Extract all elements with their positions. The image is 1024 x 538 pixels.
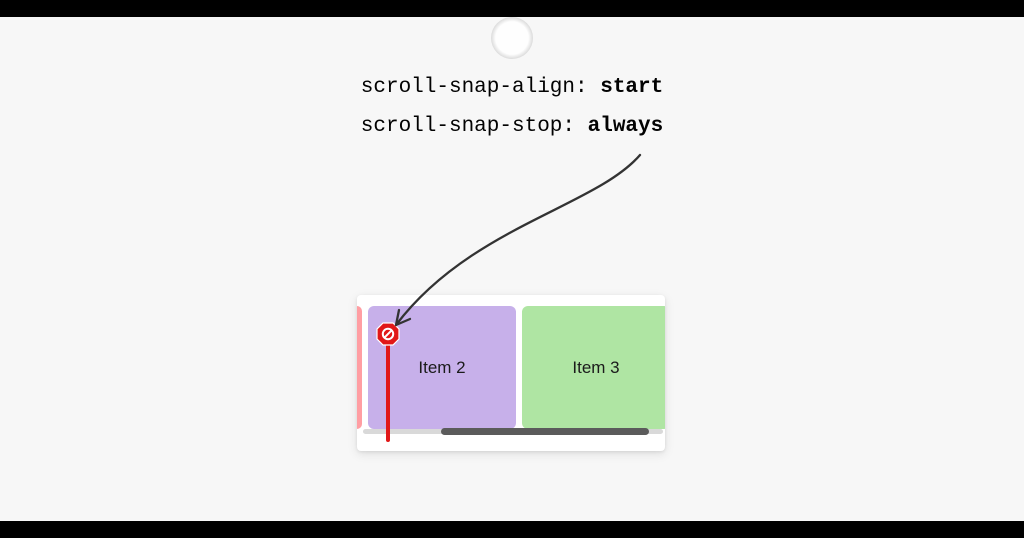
scrollbar-thumb[interactable] [441,428,649,435]
letterbox-bottom [0,521,1024,538]
snap-item-2[interactable]: Item 2 [368,306,516,429]
letterbox-top [0,0,1024,17]
css-property: scroll-snap-stop: [361,115,588,138]
snap-item-3[interactable]: Item 3 [522,306,665,429]
scroll-snap-demo-container[interactable]: Item 2 Item 3 [357,295,665,451]
snap-item-1-edge[interactable] [357,306,362,429]
css-value: always [588,115,664,138]
css-snippet: scroll-snap-align: start scroll-snap-sto… [361,77,663,137]
snap-item-2-label: Item 2 [418,358,465,378]
css-line-stop: scroll-snap-stop: always [361,116,663,137]
css-property: scroll-snap-align: [361,76,600,99]
css-value: start [600,76,663,99]
slide-stage: scroll-snap-align: start scroll-snap-sto… [0,17,1024,521]
scroll-snap-viewport[interactable]: Item 2 Item 3 [357,295,665,451]
css-line-align: scroll-snap-align: start [361,77,663,98]
snap-item-3-label: Item 3 [572,358,619,378]
scrollbar-horizontal[interactable] [363,429,663,434]
drag-indicator-icon [491,17,533,59]
